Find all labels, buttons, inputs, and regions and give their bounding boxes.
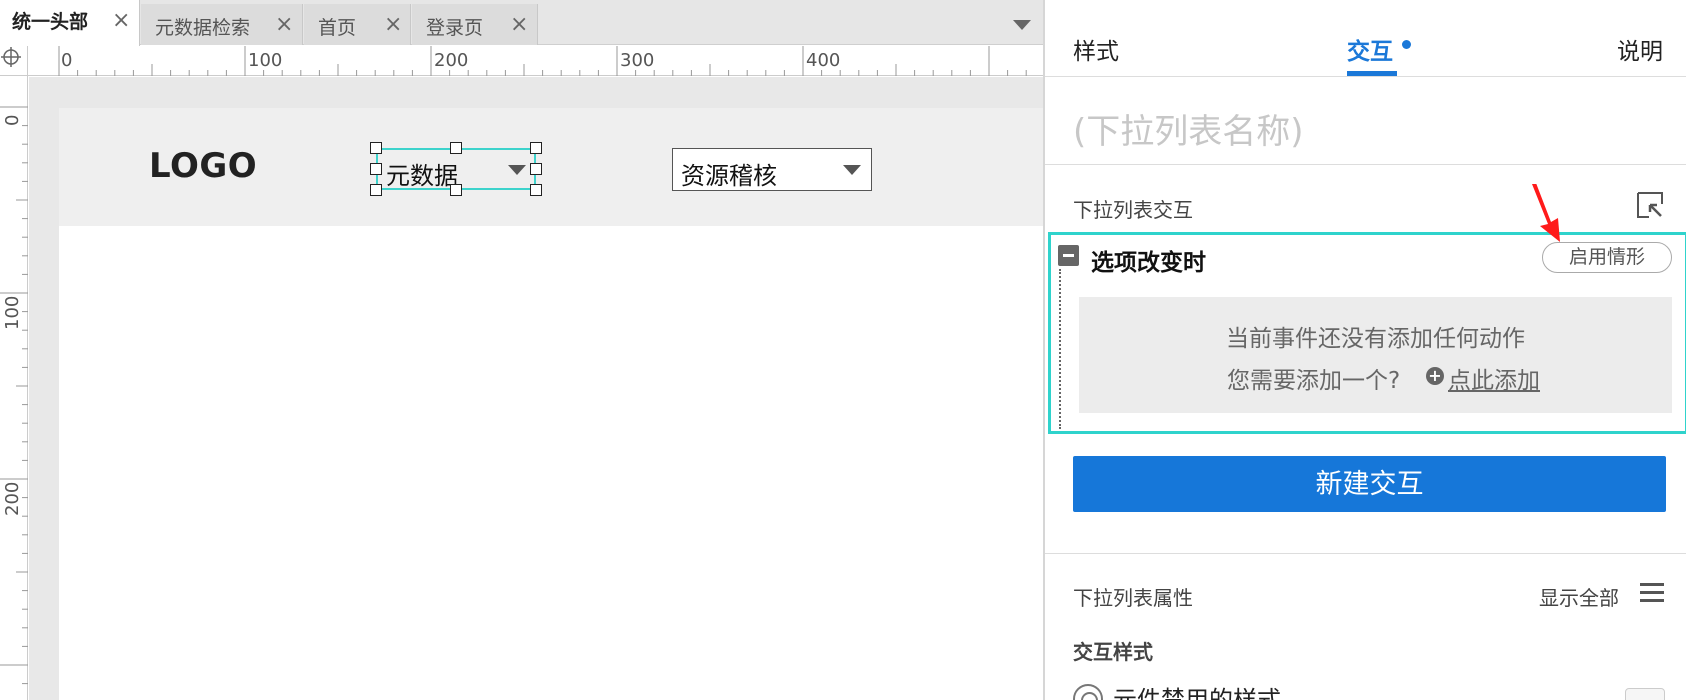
collapse-panel-icon[interactable]: [1635, 190, 1665, 220]
widget-name-input[interactable]: (下拉列表名称): [1073, 104, 1304, 153]
enable-case-button[interactable]: 启用情形: [1542, 242, 1672, 273]
tab-unified-header[interactable]: 统一头部 ×: [0, 0, 140, 46]
resize-handle-sw[interactable]: [370, 184, 382, 196]
resize-handle-s[interactable]: [450, 184, 462, 196]
empty-message: 当前事件还没有添加任何动作: [1226, 326, 1525, 352]
tab-login[interactable]: 登录页 ×: [412, 4, 538, 45]
horizontal-ruler[interactable]: 0 100 200 300 400: [28, 46, 1043, 76]
resize-handle-w[interactable]: [370, 163, 382, 175]
tab-interaction[interactable]: 交互: [1347, 32, 1393, 66]
resize-handle-n[interactable]: [450, 142, 462, 154]
style-swatch[interactable]: [1625, 688, 1665, 700]
inspector-panel: 样式 交互 说明 (下拉列表名称) 下拉列表交互 选项改变时 启用情形 当前事件…: [1043, 0, 1686, 700]
divider: [1045, 164, 1686, 165]
logo-text[interactable]: LOGO: [149, 146, 257, 186]
minus-icon[interactable]: [1058, 245, 1079, 266]
section-title: 下拉列表交互: [1073, 198, 1193, 222]
modified-dot: [1402, 40, 1411, 49]
tree-guide-line: [1059, 269, 1061, 429]
show-all-link[interactable]: 显示全部: [1539, 582, 1619, 611]
radio-target-icon: [1073, 684, 1103, 700]
tab-notes[interactable]: 说明: [1617, 32, 1663, 66]
ruler-label: 0: [2, 114, 23, 126]
resize-handle-nw[interactable]: [370, 142, 382, 154]
chevron-down-icon[interactable]: [1013, 20, 1031, 30]
active-tab-indicator: [1347, 71, 1397, 76]
properties-title: 下拉列表属性: [1073, 586, 1193, 610]
app-window: 统一头部 × 元数据检索 × 首页 × 登录页 × 0 100 200 300 …: [0, 0, 1686, 700]
tab-label: 元数据检索: [155, 17, 251, 39]
resize-handle-se[interactable]: [530, 184, 542, 196]
close-icon[interactable]: ×: [275, 14, 293, 36]
add-action-link[interactable]: 点此添加: [1448, 361, 1540, 395]
dropdown-value: 资源稽核: [681, 162, 777, 190]
header-band[interactable]: LOGO 元数据 资源稽核: [59, 108, 1043, 226]
event-option-changed[interactable]: 选项改变时 启用情形 当前事件还没有添加任何动作 您需要添加一个? + 点此添加: [1048, 232, 1686, 434]
tab-style[interactable]: 样式: [1073, 32, 1119, 66]
ruler-label: 400: [806, 50, 841, 71]
close-icon[interactable]: ×: [510, 14, 528, 36]
chevron-down-icon: [508, 165, 526, 175]
disabled-style-label: 元件禁用的样式: [1113, 686, 1281, 700]
tab-metadata-search[interactable]: 元数据检索 ×: [141, 4, 303, 45]
inspector-tabs: 样式 交互 说明: [1045, 0, 1686, 77]
dropdown-value: 元数据: [386, 162, 458, 190]
resize-handle-ne[interactable]: [530, 142, 542, 154]
new-interaction-button[interactable]: 新建交互: [1073, 456, 1666, 512]
divider: [1045, 553, 1686, 554]
tab-label: 首页: [318, 17, 357, 39]
vertical-ruler[interactable]: 0 100 200: [0, 76, 28, 700]
annotation-arrow-icon: [1532, 184, 1560, 242]
ruler-label: 200: [2, 481, 23, 516]
hamburger-menu-icon[interactable]: [1640, 582, 1664, 604]
editor-area: 统一头部 × 元数据检索 × 首页 × 登录页 × 0 100 200 300 …: [0, 0, 1043, 700]
event-title[interactable]: 选项改变时: [1091, 243, 1206, 277]
close-icon[interactable]: ×: [112, 10, 130, 32]
ruler-ticks: [0, 106, 28, 685]
ruler-label: 0: [61, 50, 73, 71]
page-tab-bar: 统一头部 × 元数据检索 × 首页 × 登录页 ×: [0, 0, 1043, 46]
ruler-label: 100: [248, 50, 283, 71]
design-canvas[interactable]: LOGO 元数据 资源稽核: [29, 77, 1043, 700]
close-icon[interactable]: ×: [384, 14, 402, 36]
resize-handle-e[interactable]: [530, 163, 542, 175]
ruler-corner[interactable]: [0, 46, 28, 76]
chevron-down-icon: [843, 165, 861, 175]
empty-actions-panel: 当前事件还没有添加任何动作 您需要添加一个? + 点此添加: [1079, 297, 1672, 413]
resource-audit-dropdown[interactable]: 资源稽核: [672, 148, 872, 191]
tab-label: 登录页: [426, 17, 484, 39]
ruler-label: 300: [620, 50, 655, 71]
page-artboard[interactable]: LOGO 元数据 资源稽核: [59, 108, 1043, 700]
plus-circle-icon[interactable]: +: [1426, 367, 1444, 385]
disabled-style-row[interactable]: 元件禁用的样式: [1073, 680, 1683, 700]
ruler-ticks: [58, 46, 1027, 76]
interaction-styles-title: 交互样式: [1073, 640, 1153, 664]
empty-hint: 您需要添加一个?: [1227, 368, 1401, 394]
ruler-label: 100: [2, 295, 23, 330]
crosshair-icon: [1, 47, 21, 67]
ruler-label: 200: [434, 50, 469, 71]
tab-home[interactable]: 首页 ×: [304, 4, 411, 45]
tab-label: 统一头部: [12, 11, 89, 33]
